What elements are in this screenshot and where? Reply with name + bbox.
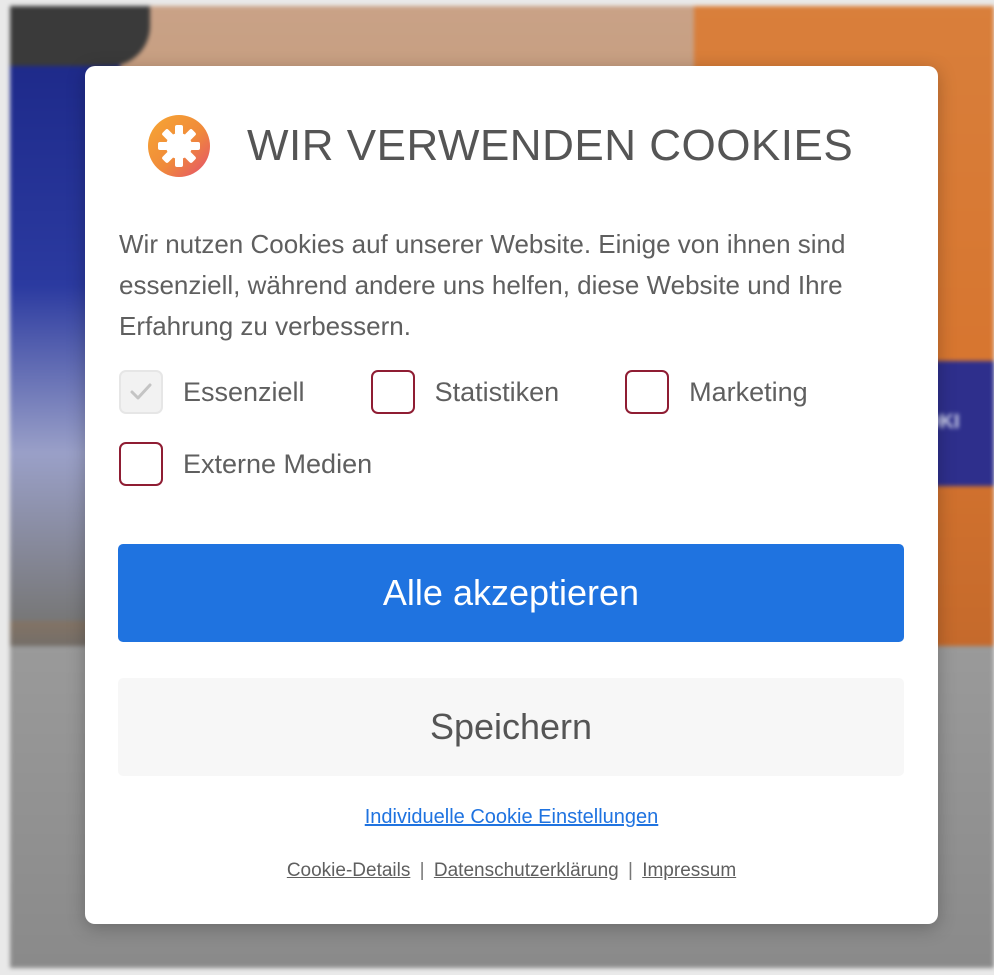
dialog-title: WIR VERWENDEN COOKIES [247, 121, 854, 170]
save-button[interactable]: Speichern [118, 678, 904, 776]
footer-separator: | [627, 860, 633, 881]
checkbox-statistiken-label: Statistiken [434, 376, 560, 407]
checkbox-marketing[interactable]: Marketing [625, 370, 808, 414]
background-dark-area [10, 6, 150, 66]
checkbox-row-2: Externe Medien [119, 442, 372, 486]
checkmark-icon [130, 383, 152, 400]
cookie-gear-logo-icon [148, 115, 210, 177]
checkbox-essenziell[interactable]: Essenziell [119, 370, 305, 414]
checkbox-marketing-label: Marketing [689, 376, 808, 407]
checkbox-externe-medien[interactable]: Externe Medien [119, 442, 372, 486]
dialog-description: Wir nutzen Cookies auf unserer Website. … [119, 229, 846, 341]
privacy-policy-link[interactable]: Datenschutzerklärung [434, 860, 619, 881]
checkbox-statistiken-box[interactable] [370, 370, 415, 414]
checkbox-essenziell-box[interactable] [119, 370, 163, 414]
footer-separator: | [419, 860, 425, 881]
cookie-consent-dialog: WIR VERWENDEN COOKIES Wir nutzen Cookies… [85, 66, 938, 924]
checkbox-externe-medien-label: Externe Medien [183, 448, 373, 479]
imprint-link[interactable]: Impressum [642, 860, 736, 881]
cookie-details-link[interactable]: Cookie-Details [287, 860, 411, 881]
checkbox-essenziell-label: Essenziell [183, 376, 305, 407]
individual-cookie-settings-link[interactable]: Individuelle Cookie Einstellungen [85, 806, 938, 829]
checkbox-row-1: Essenziell Statistiken Marketing [119, 370, 808, 414]
dialog-header: WIR VERWENDEN COOKIES [145, 115, 854, 177]
footer-links: Cookie-Details | Datenschutzerklärung | … [85, 860, 938, 882]
checkbox-statistiken[interactable]: Statistiken [370, 370, 560, 414]
accept-all-button[interactable]: Alle akzeptieren [118, 544, 904, 642]
checkbox-externe-medien-box[interactable] [119, 442, 163, 486]
checkbox-marketing-box[interactable] [625, 370, 670, 414]
